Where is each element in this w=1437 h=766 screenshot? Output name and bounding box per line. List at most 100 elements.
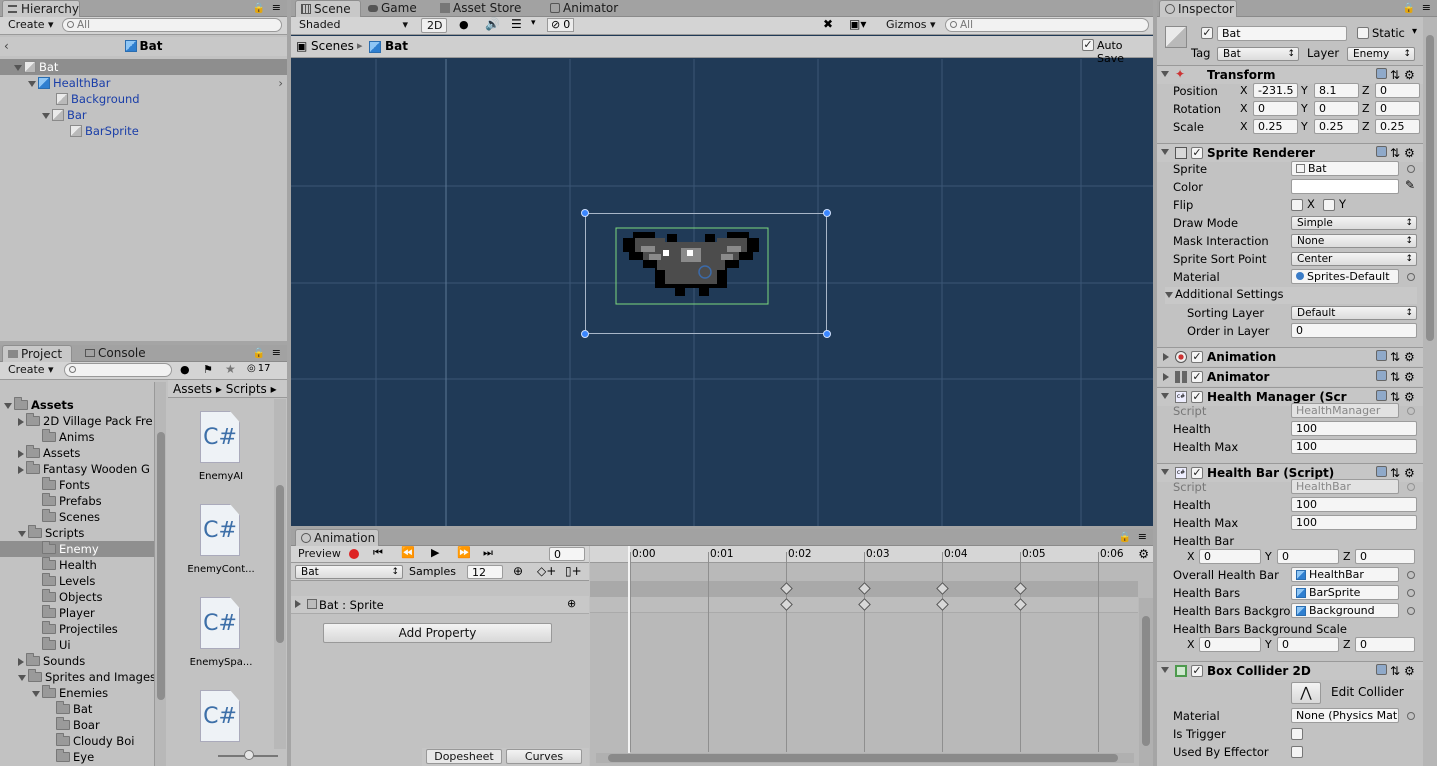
position-z-field[interactable]: 0: [1375, 83, 1420, 98]
dropdown-arrow-icon[interactable]: ▾: [531, 18, 536, 28]
mask-interaction-dropdown[interactable]: None: [1291, 234, 1417, 248]
rect-tool-bounds[interactable]: [585, 213, 827, 334]
animator-enabled-checkbox[interactable]: ✓: [1191, 371, 1203, 383]
frame-field[interactable]: 0: [549, 547, 585, 561]
presets-icon[interactable]: ⇅: [1390, 69, 1401, 81]
project-tree-item[interactable]: Health: [0, 557, 154, 573]
expand-arrow-icon[interactable]: [1161, 149, 1169, 155]
project-tree-item[interactable]: Eye: [0, 749, 154, 765]
scale-y-field[interactable]: 0.25: [1314, 119, 1359, 134]
project-tree-item[interactable]: Scenes: [0, 509, 154, 525]
files-scrollbar[interactable]: [274, 399, 286, 749]
help-icon[interactable]: [1376, 466, 1387, 477]
project-tree-item[interactable]: Assets: [0, 397, 154, 413]
tab-scene[interactable]: Scene: [295, 0, 361, 17]
overall-health-bar-field[interactable]: HealthBar: [1291, 567, 1399, 582]
project-tree-item[interactable]: Sounds: [0, 653, 154, 669]
lock-icon[interactable]: 🔒: [253, 3, 265, 14]
tab-animation[interactable]: Animation: [295, 529, 379, 546]
sorting-layer-dropdown[interactable]: Default: [1291, 306, 1417, 320]
search-input[interactable]: All: [62, 18, 282, 32]
health-field[interactable]: 100: [1291, 497, 1417, 512]
hierarchy-item[interactable]: HealthBar ›: [28, 75, 287, 91]
tab-project[interactable]: Project: [2, 345, 72, 362]
project-tree-item[interactable]: Enemies: [0, 685, 154, 701]
order-in-layer-field[interactable]: 0: [1291, 323, 1417, 338]
timeline-settings-icon[interactable]: ⚙: [1138, 547, 1149, 561]
breadcrumb-assets[interactable]: Assets: [173, 382, 212, 396]
project-tree-item[interactable]: Fonts: [0, 477, 154, 493]
last-key-icon[interactable]: ⏭: [483, 546, 493, 560]
object-picker-icon[interactable]: [1407, 607, 1415, 615]
project-tree-item[interactable]: Fantasy Wooden G: [0, 461, 154, 477]
project-tree-item[interactable]: Player: [0, 605, 154, 621]
effects-icon[interactable]: ☰: [511, 17, 522, 31]
breadcrumb-scripts[interactable]: Scripts: [226, 382, 267, 396]
tab-animator[interactable]: Animator: [545, 0, 633, 17]
presets-icon[interactable]: ⇅: [1390, 467, 1401, 479]
collapse-arrow-icon[interactable]: [18, 449, 24, 458]
timeline-hscroll[interactable]: [596, 753, 1134, 763]
project-tree-item[interactable]: Scripts: [0, 525, 154, 541]
project-tree-item[interactable]: Ui: [0, 637, 154, 653]
health-max-field[interactable]: 100: [1291, 439, 1417, 454]
expand-arrow-icon[interactable]: [18, 530, 26, 537]
box-collider-header[interactable]: ✓ Box Collider 2D ⇅ ⚙: [1157, 661, 1423, 680]
expand-arrow-icon[interactable]: [1161, 393, 1169, 399]
expand-arrow-icon[interactable]: [42, 112, 50, 119]
scrollbar-thumb[interactable]: [1426, 35, 1434, 341]
project-tree-item[interactable]: Projectiles: [0, 621, 154, 637]
script-file[interactable]: C# EnemyAI: [168, 407, 274, 497]
rect-handle-bl[interactable]: [581, 330, 589, 338]
bgs-vector-x-field[interactable]: 0: [1199, 637, 1261, 652]
tools-icon[interactable]: ✖: [823, 17, 833, 31]
position-x-field[interactable]: -231.5: [1253, 83, 1298, 98]
additional-settings-foldout[interactable]: Additional Settings: [1165, 287, 1417, 304]
gear-icon[interactable]: ⚙: [1404, 467, 1415, 479]
hierarchy-item[interactable]: BarSprite: [70, 123, 139, 139]
gear-icon[interactable]: ⚙: [1404, 147, 1415, 159]
hidden-objects-icon[interactable]: ⊘ 0: [547, 18, 575, 32]
health-manager-enabled-checkbox[interactable]: ✓: [1191, 391, 1203, 403]
project-tree-item[interactable]: Objects: [0, 589, 154, 605]
lock-icon[interactable]: 🔒: [1403, 3, 1415, 14]
gizmos-dropdown[interactable]: Gizmos ▾: [881, 18, 939, 33]
back-arrow-icon[interactable]: ‹: [4, 37, 9, 56]
rotation-x-field[interactable]: 0: [1253, 101, 1298, 116]
hidden-count-icon[interactable]: ◎ 17: [247, 363, 270, 374]
panel-menu-icon[interactable]: ≡: [272, 346, 281, 359]
inspector-vscroll[interactable]: [1423, 17, 1437, 766]
presets-icon[interactable]: ⇅: [1390, 391, 1401, 403]
expand-arrow-icon[interactable]: [4, 402, 12, 409]
active-checkbox[interactable]: ✓: [1201, 27, 1213, 39]
project-tree-item[interactable]: Prefabs: [0, 493, 154, 509]
scale-z-field[interactable]: 0.25: [1375, 119, 1420, 134]
edit-collider-button[interactable]: ⋀: [1291, 682, 1321, 704]
star-icon[interactable]: ★: [225, 362, 236, 376]
health-bars-background-field[interactable]: Background: [1291, 603, 1399, 618]
object-picker-icon[interactable]: [1407, 712, 1415, 720]
hierarchy-item[interactable]: Bat: [0, 59, 287, 75]
scene-search-input[interactable]: All: [945, 18, 1149, 32]
property-row[interactable]: Bat : Sprite ⊕: [291, 596, 589, 614]
gear-icon[interactable]: ⚙: [1404, 371, 1415, 383]
collapse-arrow-icon[interactable]: [18, 417, 24, 426]
physics-material-field[interactable]: None (Physics Mat: [1291, 708, 1399, 723]
lock-icon[interactable]: 🔒: [253, 348, 265, 359]
bgs-vector-z-field[interactable]: 0: [1355, 637, 1415, 652]
animator-header[interactable]: ✓ Animator ⇅ ⚙: [1157, 367, 1423, 386]
panel-menu-icon[interactable]: ≡: [272, 1, 281, 14]
gear-icon[interactable]: ⚙: [1404, 665, 1415, 677]
help-icon[interactable]: [1376, 370, 1387, 381]
object-picker-icon[interactable]: [1407, 589, 1415, 597]
health-bars-field[interactable]: BarSprite: [1291, 585, 1399, 600]
tag-dropdown[interactable]: Bat: [1217, 47, 1299, 61]
hb-vector-x-field[interactable]: 0: [1199, 549, 1261, 564]
script-file[interactable]: C# EnemySpa...: [168, 593, 274, 683]
project-tree-item[interactable]: Anims: [0, 429, 154, 445]
rotation-z-field[interactable]: 0: [1375, 101, 1420, 116]
scrollbar-thumb[interactable]: [1142, 616, 1150, 746]
timeline-vscroll[interactable]: [1139, 598, 1153, 766]
eyedropper-icon[interactable]: ✎: [1405, 178, 1415, 192]
expand-arrow-icon[interactable]: [18, 674, 26, 681]
